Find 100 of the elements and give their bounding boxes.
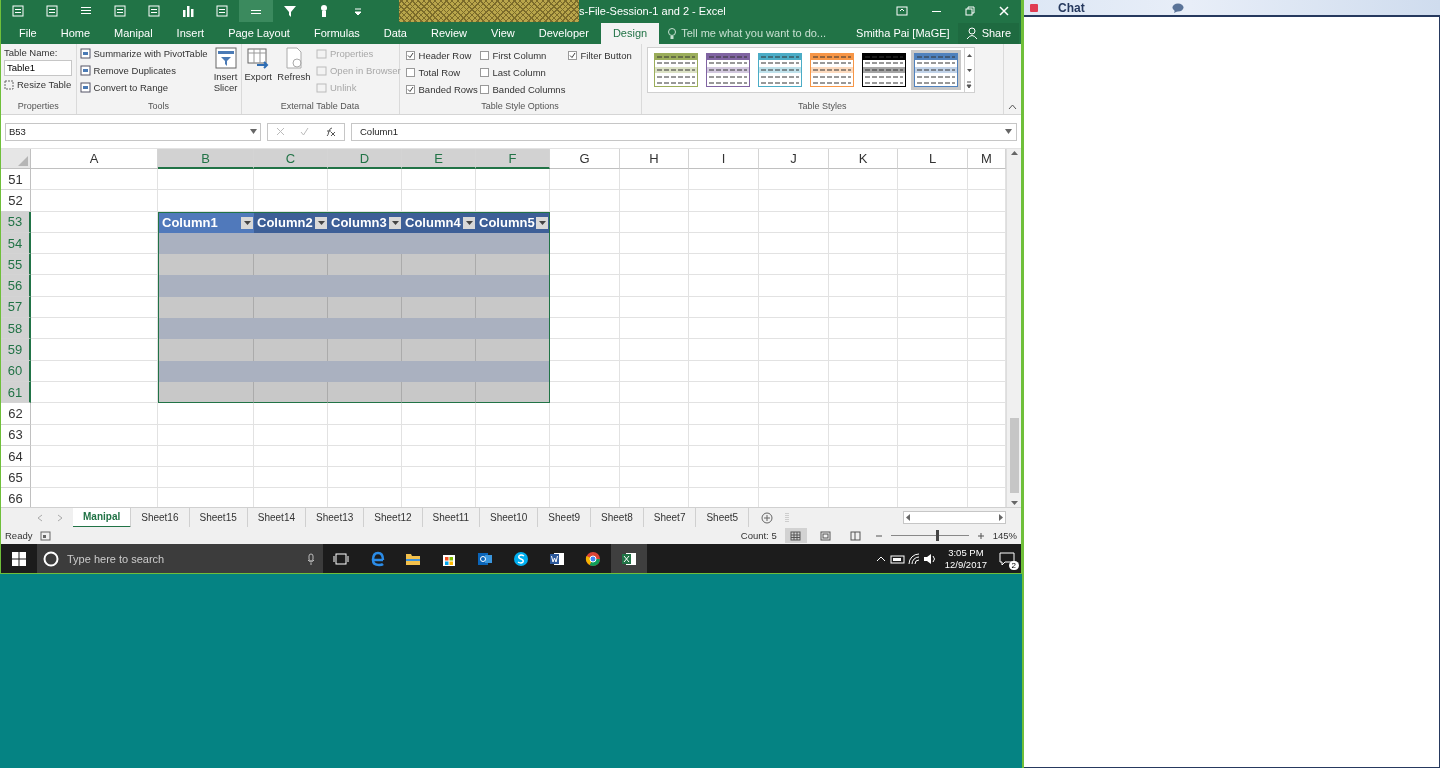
collapse-ribbon-icon[interactable] [1008,103,1017,111]
resize-table-button[interactable]: Resize Table [4,77,73,92]
option-label: Filter Button [580,49,632,61]
checkbox[interactable] [479,50,489,60]
formula-field[interactable]: Column1 [351,122,1017,141]
grid-cell [689,360,759,382]
ribbon-tab[interactable]: Home [48,22,103,44]
row-header[interactable]: 60 [1,360,31,382]
checkbox[interactable] [479,67,489,77]
column-header[interactable]: G [550,149,620,169]
status-text: Ready [5,530,33,542]
column-header[interactable]: C [254,149,328,169]
column-header[interactable]: E [402,149,476,169]
gallery-up-icon [966,53,972,57]
table-header-cell[interactable]: Column3 [328,211,402,233]
column-header[interactable]: D [328,149,402,169]
row-header[interactable]: 64 [1,445,31,468]
ribbon-tab[interactable]: File [7,22,49,44]
tell-me-field[interactable]: Tell me what you want to do... [681,27,827,40]
row-header[interactable]: 53 [1,211,31,233]
task-view-icon [333,552,349,565]
excel-button[interactable] [611,544,647,573]
export-button[interactable]: Export [244,46,272,102]
ribbon-tab[interactable]: Manipal [102,22,165,44]
checkbox[interactable] [567,50,577,60]
column-header[interactable]: H [620,149,689,169]
share-button[interactable]: Share [957,22,1019,44]
scroll-left-icon [904,513,913,523]
caret-down-icon [391,220,399,225]
row-header[interactable]: 56 [1,275,31,297]
column-header[interactable]: M [968,149,1006,169]
checkbox[interactable] [479,84,489,94]
column-header[interactable]: A [31,149,158,169]
filter-button[interactable] [536,216,548,229]
normal-view-button[interactable] [784,528,807,544]
column-header[interactable]: L [898,149,968,169]
name-box[interactable]: B53 [5,122,261,141]
grid-cell [689,190,759,212]
filter-button[interactable] [241,216,253,229]
filter-button[interactable] [315,216,327,229]
ribbon-tab[interactable]: Data [371,22,419,44]
table-header-cell[interactable]: Column1 [158,211,254,233]
column-header[interactable]: B [158,149,254,169]
grid-cell [829,232,898,255]
row-header[interactable]: 51 [1,169,31,191]
dropdown-icon [250,129,257,135]
tool-button[interactable]: Summarize with PivotTable [79,46,208,61]
zoom-level[interactable]: 145% [992,530,1017,542]
checkbox[interactable] [405,84,415,94]
scrollbar-thumb[interactable] [1009,418,1019,494]
row-header[interactable]: 55 [1,254,31,276]
filter-button[interactable] [389,216,401,229]
table-name-field[interactable]: Table1 [4,59,72,76]
row-header[interactable]: 54 [1,232,31,255]
row-header[interactable]: 52 [1,190,31,212]
checkbox[interactable] [405,67,415,77]
speech-bubble-icon[interactable] [1172,2,1184,13]
ribbon-tab[interactable]: Page Layout [216,22,302,44]
table-header-cell[interactable]: Column5 [476,211,550,233]
column-header[interactable]: F [476,149,550,169]
ribbon-tab[interactable]: Developer [526,22,601,44]
row-header[interactable]: 62 [1,403,31,425]
table-style-swatch[interactable] [910,49,961,90]
taskbar-clock[interactable]: 3:05 PM 12/9/2017 [944,546,987,571]
row-header[interactable]: 65 [1,467,31,489]
row-header[interactable]: 63 [1,424,31,446]
notifications-button[interactable]: 2 [993,544,1021,573]
refresh-button[interactable]: Refresh [278,46,310,102]
refresh-icon [283,46,305,69]
ribbon-tab[interactable]: Review [419,22,480,44]
ribbon-tab[interactable]: Insert [164,22,217,44]
checkbox[interactable] [405,50,415,60]
ribbon-tab[interactable]: Formulas [301,22,372,44]
sheet-tab[interactable]: Manipal [73,507,132,528]
row-header[interactable]: 59 [1,339,31,361]
row-header[interactable]: 61 [1,381,31,404]
minimize-icon [931,10,941,12]
tool-button[interactable]: Convert to Range [79,80,208,95]
column-header[interactable]: K [829,149,898,169]
table-header-cell[interactable]: Column4 [402,211,476,233]
column-header[interactable]: I [689,149,759,169]
ribbon-tab[interactable]: View [479,22,527,44]
column-header[interactable]: J [759,149,829,169]
option-label: Header Row [418,49,472,61]
taskbar-search-field[interactable]: Type here to search [37,544,323,573]
insert-slicer-button[interactable]: Insert Slicer [213,46,238,102]
zoom-thumb[interactable] [935,530,939,542]
ribbon-tab[interactable]: Design [600,22,660,44]
row-header[interactable]: 58 [1,318,31,340]
filter-icon[interactable] [283,4,297,18]
row-header[interactable]: 57 [1,296,31,319]
tool-button[interactable]: Remove Duplicates [79,63,208,78]
add-sheet-icon[interactable] [761,511,774,524]
zoom-in-icon[interactable] [976,531,985,540]
bar-chart-icon[interactable] [181,4,195,18]
horizontal-scrollbar[interactable] [903,511,1006,525]
filter-button[interactable] [463,216,475,229]
search-field[interactable]: Type here to search [65,551,301,566]
insert-function-icon[interactable] [324,126,337,137]
table-header-cell[interactable]: Column2 [254,211,328,233]
